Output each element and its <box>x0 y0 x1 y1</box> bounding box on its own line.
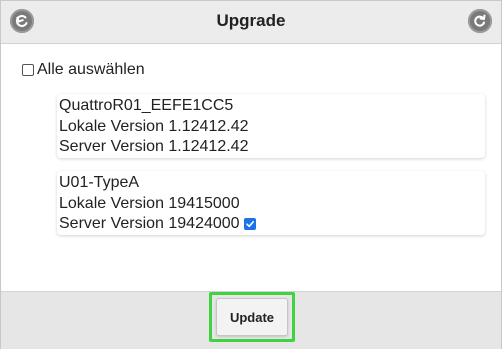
device-server-version: Server Version 1.12412.42 <box>59 138 249 155</box>
device-local-version: Lokale Version 1.12412.42 <box>59 117 249 135</box>
select-all-label: Alle auswählen <box>37 61 145 78</box>
footer-bar: Update <box>1 291 501 349</box>
select-all-checkbox[interactable] <box>22 64 34 76</box>
device-server-version: Server Version 19424000 <box>59 215 240 232</box>
header-bar: Upgrade <box>1 1 501 44</box>
device-name: U01-TypeA <box>59 174 140 191</box>
update-button-highlight: Update <box>209 292 295 342</box>
page-title: Upgrade <box>216 11 286 30</box>
device-card: U01-TypeA Lokale Version 19415000 Server… <box>57 171 485 235</box>
update-button[interactable]: Update <box>216 298 288 336</box>
device-name: QuattroR01_EEFE1CC5 <box>59 97 234 114</box>
select-all-row[interactable]: Alle auswählen <box>22 61 145 79</box>
device-card: QuattroR01_EEFE1CC5 Lokale Version 1.124… <box>57 94 485 158</box>
device-server-version-row: Server Version 19424000 <box>59 214 483 235</box>
upgrade-dialog: Upgrade Alle auswählen QuattroR01_EEFE1C… <box>0 0 502 349</box>
device-local-version: Lokale Version 19415000 <box>59 194 240 212</box>
device-upgrade-checkbox[interactable] <box>243 218 256 231</box>
checkmark-icon <box>245 221 254 228</box>
refresh-icon[interactable] <box>468 9 492 33</box>
